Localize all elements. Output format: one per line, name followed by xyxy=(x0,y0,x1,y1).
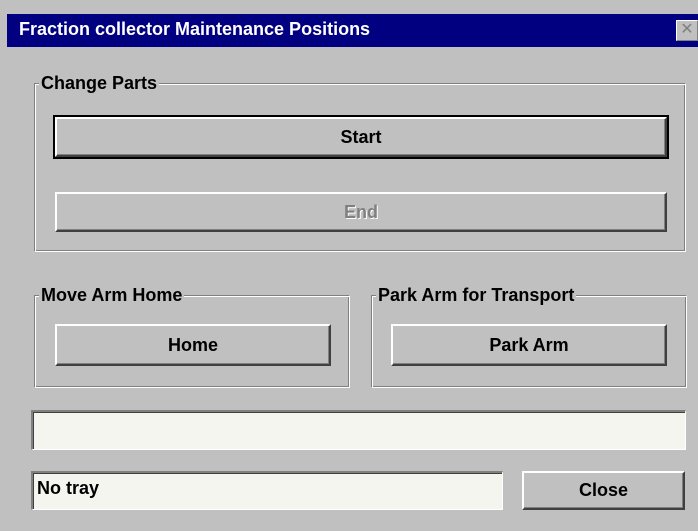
close-icon[interactable]: ✕ xyxy=(676,20,698,41)
park-arm-label: Park Arm for Transport xyxy=(376,284,577,306)
title-bar[interactable]: Fraction collector Maintenance Positions… xyxy=(7,14,698,47)
window-title: Fraction collector Maintenance Positions xyxy=(19,19,371,39)
home-button[interactable]: Home xyxy=(55,324,331,366)
close-button[interactable]: Close xyxy=(522,471,685,510)
start-button[interactable]: Start xyxy=(53,115,669,159)
status-message-field xyxy=(31,410,686,450)
maintenance-dialog: Fraction collector Maintenance Positions… xyxy=(0,0,698,531)
park-arm-button[interactable]: Park Arm xyxy=(391,324,667,366)
end-button[interactable]: End xyxy=(55,192,667,232)
move-arm-home-label: Move Arm Home xyxy=(39,284,185,306)
change-parts-label: Change Parts xyxy=(39,72,160,94)
tray-status-field: No tray xyxy=(31,471,503,510)
